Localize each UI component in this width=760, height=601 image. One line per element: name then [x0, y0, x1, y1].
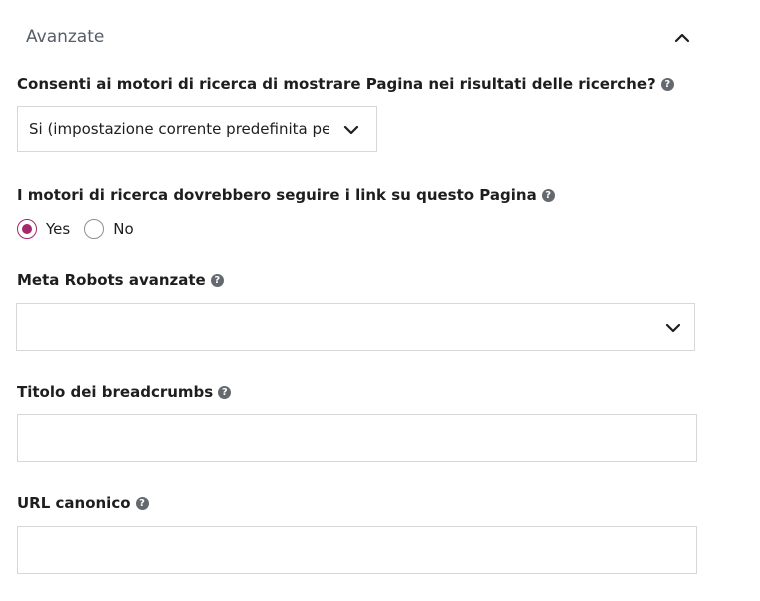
breadcrumbs-title-input[interactable]: [17, 414, 697, 462]
follow-links-yes-option[interactable]: Yes: [17, 219, 70, 239]
help-icon[interactable]: ?: [541, 188, 555, 202]
meta-robots-label-text: Meta Robots avanzate: [17, 271, 206, 289]
meta-robots-label: Meta Robots avanzate ?: [17, 271, 224, 289]
follow-links-label: I motori di ricerca dovrebbero seguire i…: [17, 186, 555, 204]
section-header[interactable]: Avanzate: [26, 27, 696, 51]
show-in-search-label: Consenti ai motori di ricerca di mostrar…: [17, 75, 674, 93]
show-in-search-label-text: Consenti ai motori di ricerca di mostrar…: [17, 75, 656, 93]
breadcrumbs-title-label-text: Titolo dei breadcrumbs: [17, 383, 214, 401]
follow-links-radio-group: Yes No: [17, 218, 148, 240]
follow-links-label-text: I motori di ricerca dovrebbero seguire i…: [17, 186, 537, 204]
chevron-up-icon[interactable]: [671, 27, 693, 49]
meta-robots-select[interactable]: [16, 303, 695, 351]
help-icon[interactable]: ?: [660, 77, 674, 91]
section-title: Avanzate: [26, 27, 105, 47]
chevron-down-icon: [343, 122, 359, 136]
chevron-down-icon: [665, 320, 681, 334]
canonical-url-input[interactable]: [17, 526, 697, 574]
show-in-search-selected-value: Si (impostazione corrente predefinita pe…: [29, 120, 329, 138]
advanced-settings-panel: Avanzate Consenti ai motori di ricerca d…: [0, 0, 760, 601]
breadcrumbs-title-label: Titolo dei breadcrumbs ?: [17, 383, 232, 401]
help-icon[interactable]: ?: [135, 496, 149, 510]
radio-yes-label: Yes: [46, 220, 71, 238]
help-icon[interactable]: ?: [218, 385, 232, 399]
follow-links-no-option[interactable]: No: [84, 219, 134, 239]
radio-no[interactable]: [84, 219, 105, 239]
radio-no-label: No: [113, 220, 134, 238]
radio-yes[interactable]: [17, 219, 37, 239]
canonical-url-label: URL canonico ?: [17, 494, 149, 512]
show-in-search-select[interactable]: Si (impostazione corrente predefinita pe…: [17, 106, 377, 152]
canonical-url-label-text: URL canonico: [17, 494, 131, 512]
help-icon[interactable]: ?: [210, 273, 224, 287]
